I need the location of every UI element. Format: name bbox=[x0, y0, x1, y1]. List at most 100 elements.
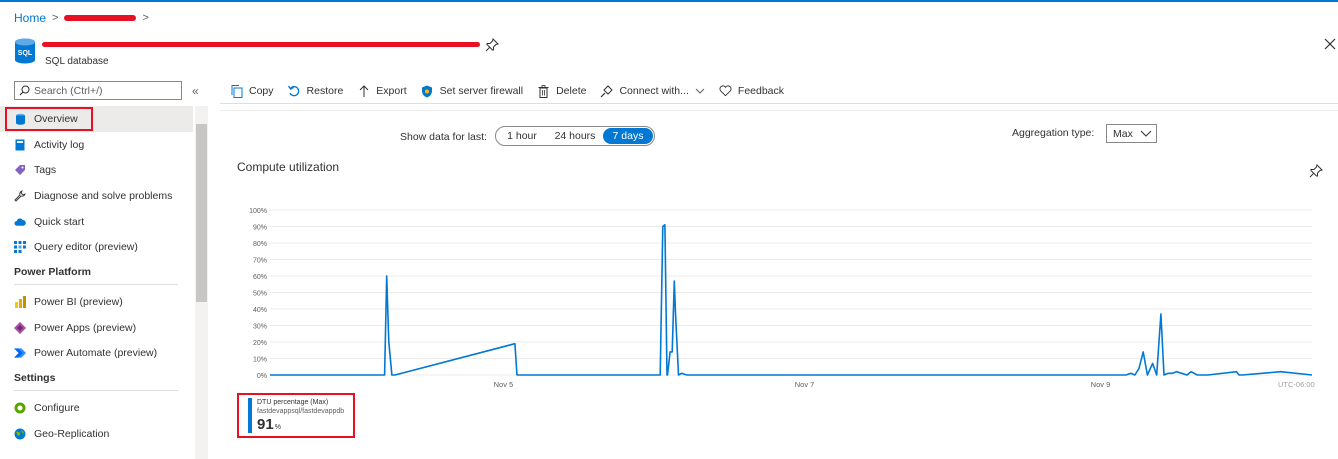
restore-label: Restore bbox=[306, 85, 344, 97]
power-apps-icon bbox=[14, 321, 26, 334]
trash-icon bbox=[537, 84, 550, 98]
chevron-down-icon bbox=[1140, 130, 1152, 137]
pin-chart-icon[interactable] bbox=[1308, 163, 1324, 179]
heart-icon bbox=[719, 85, 732, 98]
section-divider bbox=[14, 284, 178, 286]
show-data-label: Show data for last: bbox=[400, 131, 487, 143]
section-divider bbox=[14, 390, 178, 392]
x-tick-label: Nov 9 bbox=[1091, 380, 1111, 389]
resource-type: SQL database bbox=[45, 56, 109, 67]
legend-value: 91% bbox=[257, 416, 281, 433]
sidebar-item-query-editor[interactable]: Query editor (preview) bbox=[0, 234, 193, 260]
delete-button[interactable]: Delete bbox=[537, 84, 587, 98]
y-tick-label: 40% bbox=[253, 307, 267, 314]
time-option-24-hours[interactable]: 24 hours bbox=[547, 128, 603, 144]
aggregation-type-value: Max bbox=[1113, 127, 1133, 140]
set-server-firewall-button[interactable]: Set server firewall bbox=[421, 85, 523, 98]
y-tick-label: 60% bbox=[253, 274, 267, 281]
wrench-icon bbox=[14, 190, 26, 202]
toolbar-divider bbox=[220, 103, 1338, 104]
sidebar-item-label: Activity log bbox=[34, 138, 85, 151]
export-button[interactable]: Export bbox=[357, 84, 407, 98]
sidebar-item-quick-start[interactable]: Quick start bbox=[0, 209, 193, 235]
grid-icon bbox=[14, 241, 26, 254]
breadcrumb: Home > > bbox=[14, 10, 149, 26]
x-tick-label: UTC-06:00 bbox=[1278, 380, 1315, 389]
sidebar-item-label: Power BI (preview) bbox=[34, 295, 123, 308]
y-tick-label: 70% bbox=[253, 258, 267, 265]
cloud-icon bbox=[14, 216, 26, 228]
y-tick-label: 10% bbox=[253, 357, 267, 364]
sidebar-nav: Overview Activity log Tags Diagnose and … bbox=[0, 106, 193, 447]
breadcrumb-separator: > bbox=[142, 12, 149, 24]
power-bi-icon bbox=[14, 295, 26, 308]
legend-value-unit: % bbox=[274, 424, 281, 431]
globe-icon bbox=[14, 428, 26, 440]
sidebar-item-overview-row: Overview bbox=[0, 106, 193, 132]
connect-with-label: Connect with... bbox=[619, 85, 689, 97]
configure-icon bbox=[14, 402, 26, 414]
y-tick-label: 50% bbox=[253, 291, 267, 298]
restore-button[interactable]: Restore bbox=[288, 85, 344, 98]
top-accent-line bbox=[0, 0, 1338, 2]
legend-series-color bbox=[248, 398, 252, 433]
sidebar-item-label: Query editor (preview) bbox=[34, 241, 138, 254]
sidebar-item-configure[interactable]: Configure bbox=[0, 395, 193, 421]
search-icon bbox=[19, 85, 30, 96]
y-tick-label: 80% bbox=[253, 241, 267, 248]
collapse-sidebar-button[interactable]: « bbox=[192, 84, 199, 98]
sidebar-scrollbar-thumb[interactable] bbox=[196, 124, 207, 302]
plug-icon bbox=[600, 84, 614, 98]
y-tick-label: 100% bbox=[249, 208, 267, 215]
section-settings: Settings bbox=[14, 372, 56, 385]
sidebar-item-power-apps[interactable]: Power Apps (preview) bbox=[0, 315, 193, 341]
sidebar-item-label: Geo-Replication bbox=[34, 427, 110, 440]
feedback-label: Feedback bbox=[737, 85, 785, 97]
copy-button[interactable]: Copy bbox=[230, 84, 274, 98]
breadcrumb-redacted-item[interactable] bbox=[64, 15, 137, 21]
activity-log-icon bbox=[14, 139, 26, 151]
sidebar-item-label: Diagnose and solve problems bbox=[34, 189, 173, 202]
power-automate-icon bbox=[14, 347, 26, 359]
aggregation-type-select[interactable]: Max bbox=[1106, 124, 1157, 143]
chart-legend[interactable]: DTU percentage (Max) fastdevappsql/fastd… bbox=[237, 393, 355, 438]
sidebar-item-power-bi[interactable]: Power BI (preview) bbox=[0, 289, 193, 315]
sidebar-item-diagnose[interactable]: Diagnose and solve problems bbox=[0, 183, 193, 209]
copy-label: Copy bbox=[249, 85, 274, 97]
legend-series-name: DTU percentage (Max) bbox=[257, 399, 329, 406]
sidebar: « Overview Activity log Tags bbox=[0, 76, 210, 459]
sidebar-item-activity-log[interactable]: Activity log bbox=[0, 132, 193, 158]
sidebar-search-box[interactable] bbox=[14, 81, 182, 100]
content-divider bbox=[220, 110, 1338, 111]
sql-database-icon bbox=[14, 113, 26, 125]
tag-icon bbox=[14, 164, 26, 176]
breadcrumb-separator: > bbox=[52, 12, 59, 24]
export-label: Export bbox=[376, 85, 407, 97]
chevron-down-icon bbox=[695, 88, 705, 94]
series-line-dtu-percentage[interactable] bbox=[270, 223, 1313, 376]
feedback-button[interactable]: Feedback bbox=[719, 85, 784, 98]
connect-with-button[interactable]: Connect with... bbox=[600, 84, 705, 98]
pin-icon[interactable] bbox=[484, 37, 500, 53]
sidebar-item-power-automate[interactable]: Power Automate (preview) bbox=[0, 341, 193, 367]
resource-name-redacted bbox=[42, 42, 480, 47]
chart-title: Compute utilization bbox=[237, 160, 340, 174]
legend-value-number: 91 bbox=[257, 416, 274, 433]
sidebar-search-input[interactable] bbox=[34, 84, 174, 97]
sidebar-item-label: Power Automate (preview) bbox=[34, 347, 158, 360]
delete-label: Delete bbox=[556, 85, 587, 97]
aggregation-type-label: Aggregation type: bbox=[1012, 127, 1095, 139]
sidebar-item-overview[interactable]: Overview bbox=[5, 106, 93, 131]
x-tick-label: Nov 5 bbox=[494, 380, 514, 389]
time-option-7-days[interactable]: 7 days bbox=[603, 128, 653, 144]
legend-resource: fastdevappsql/fastdevappdb bbox=[257, 408, 345, 415]
sidebar-item-tags[interactable]: Tags bbox=[0, 157, 193, 183]
sql-icon-label: SQL bbox=[18, 50, 33, 57]
time-option-1-hour[interactable]: 1 hour bbox=[497, 128, 547, 144]
x-tick-label: Nov 7 bbox=[795, 380, 815, 389]
set-server-firewall-label: Set server firewall bbox=[439, 85, 524, 97]
copy-icon bbox=[230, 84, 243, 98]
sidebar-item-geo-replication[interactable]: Geo-Replication bbox=[0, 421, 193, 447]
breadcrumb-home-link[interactable]: Home bbox=[14, 11, 46, 25]
close-icon[interactable] bbox=[1322, 36, 1338, 52]
